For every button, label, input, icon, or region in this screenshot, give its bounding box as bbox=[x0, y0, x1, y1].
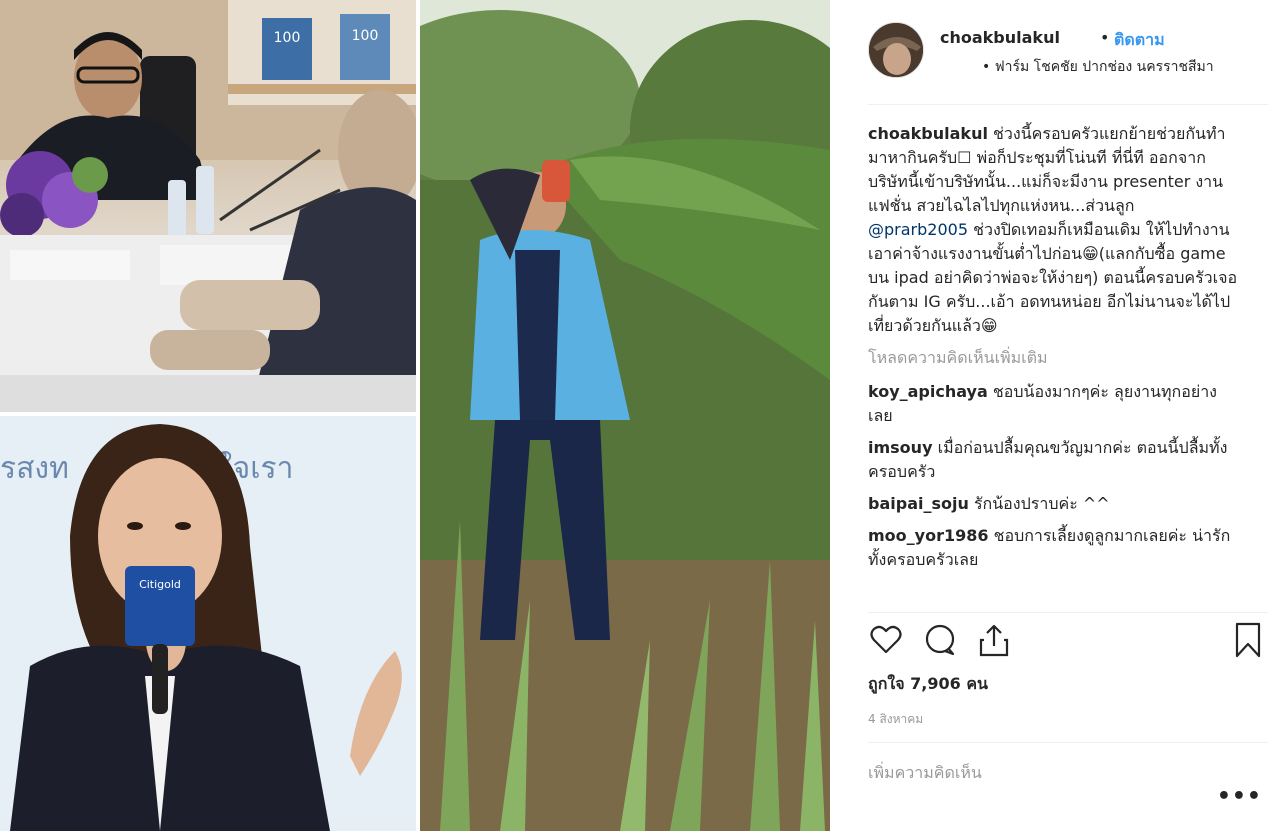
meeting-photo: 100 100 bbox=[0, 0, 416, 412]
book-badge-1: 100 bbox=[274, 30, 301, 46]
bookmark-icon[interactable] bbox=[1230, 622, 1266, 658]
post-details-panel: choakbulakul • ติดตาม • ฟาร์ม โชคชัย ปาก… bbox=[830, 0, 1280, 831]
header-divider bbox=[868, 104, 1268, 105]
avatar[interactable] bbox=[868, 22, 924, 78]
comment-text: รักน้องปราบค่ะ ^^ bbox=[973, 494, 1110, 513]
speaker-photo: รสงท ใจเรา Citigold bbox=[0, 416, 416, 831]
post-date: 4 สิงหาคม bbox=[868, 712, 924, 726]
action-bar bbox=[868, 622, 1268, 662]
comment-item: moo_yor1986 ชอบการเลี้ยงดูลูกมากเลยค่ะ น… bbox=[868, 524, 1238, 572]
follow-button[interactable]: ติดตาม bbox=[1114, 28, 1165, 53]
actions-divider bbox=[868, 612, 1268, 613]
post-header: choakbulakul • ติดตาม • ฟาร์ม โชคชัย ปาก… bbox=[868, 18, 1268, 98]
comment-divider bbox=[868, 742, 1268, 743]
comment-item: baipai_soju รักน้องปราบค่ะ ^^ bbox=[868, 492, 1238, 516]
comments-section: choakbulakul ช่วงนี้ครอบครัวแยกย้ายช่วยก… bbox=[868, 122, 1238, 612]
comment-icon[interactable] bbox=[922, 622, 958, 658]
location[interactable]: • ฟาร์ม โชคชัย ปากช่อง นครราชสีมา bbox=[982, 56, 1214, 78]
more-options-icon[interactable]: ••• bbox=[1217, 784, 1262, 809]
backdrop-text-left: รสงท bbox=[0, 451, 69, 486]
username[interactable]: choakbulakul bbox=[940, 28, 1060, 47]
mic-label: Citigold bbox=[139, 578, 181, 591]
likes-count[interactable]: ถูกใจ 7,906 คน bbox=[868, 672, 988, 697]
separator-dot: • bbox=[1100, 28, 1110, 47]
comment-item: koy_apichaya ชอบน้องมากๆค่ะ ลุยงานทุกอย่… bbox=[868, 380, 1238, 428]
comment-username[interactable]: moo_yor1986 bbox=[868, 526, 989, 545]
field-photo bbox=[420, 0, 830, 831]
book-badge-2: 100 bbox=[352, 28, 379, 44]
comment-username[interactable]: imsouy bbox=[868, 438, 933, 457]
caption: choakbulakul ช่วงนี้ครอบครัวแยกย้ายช่วยก… bbox=[868, 122, 1238, 338]
heart-icon[interactable] bbox=[868, 622, 904, 658]
comment-username[interactable]: baipai_soju bbox=[868, 494, 969, 513]
share-icon[interactable] bbox=[976, 622, 1012, 658]
comment-item: imsouy เมื่อก่อนปลื้มคุณขวัญมากค่ะ ตอนนี… bbox=[868, 436, 1238, 484]
caption-username[interactable]: choakbulakul bbox=[868, 124, 988, 143]
add-comment-input[interactable]: เพิ่มความคิดเห็น bbox=[868, 761, 1248, 786]
caption-mention[interactable]: @prarb2005 bbox=[868, 220, 968, 239]
comment-username[interactable]: koy_apichaya bbox=[868, 382, 988, 401]
load-more-comments-button[interactable]: โหลดความคิดเห็นเพิ่มเติม bbox=[868, 346, 1238, 370]
